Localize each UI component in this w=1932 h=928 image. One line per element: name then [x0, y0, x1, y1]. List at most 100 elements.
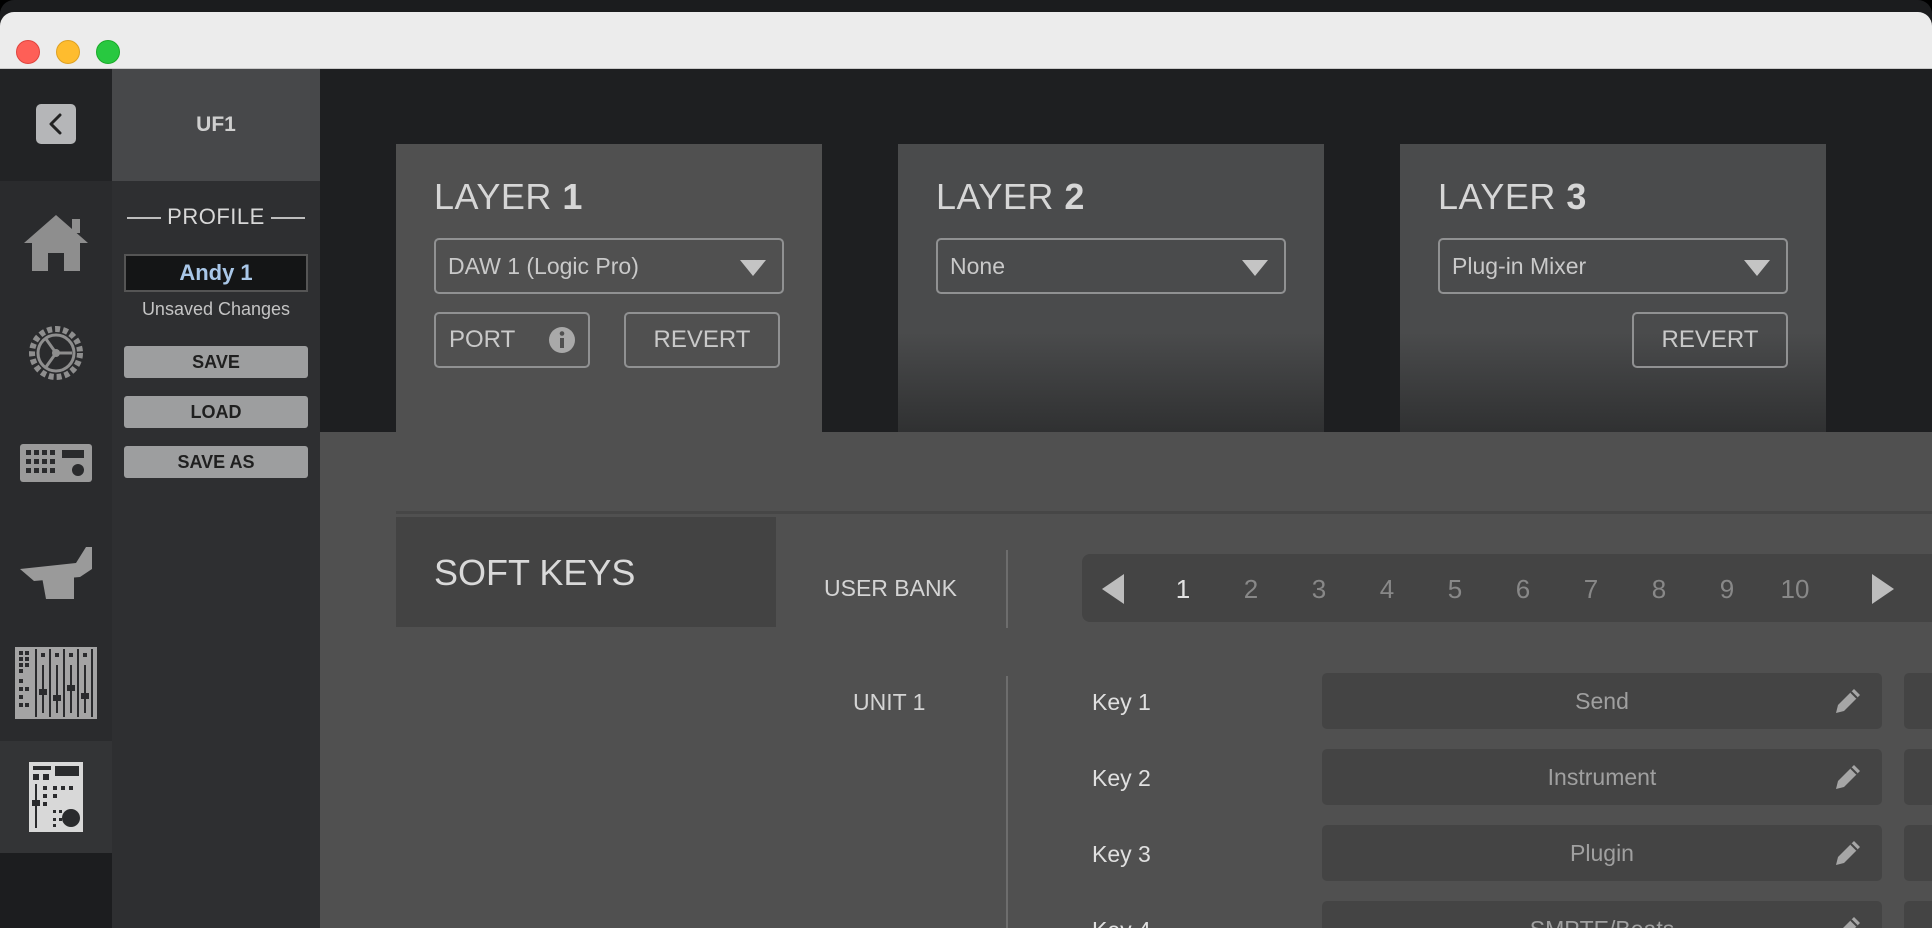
- nav-mixer[interactable]: [0, 639, 112, 727]
- layer-title-prefix: LAYER: [1438, 176, 1567, 217]
- zoom-window-button[interactable]: [96, 40, 120, 64]
- port-label: PORT: [449, 326, 516, 353]
- nav-settings[interactable]: [0, 309, 112, 397]
- close-window-button[interactable]: [16, 40, 40, 64]
- layer-number: 3: [1566, 176, 1587, 217]
- divider-line: [127, 217, 162, 220]
- controller-device-icon: [29, 762, 83, 832]
- profile-name-field[interactable]: Andy 1: [124, 254, 308, 292]
- rail-header: [0, 69, 112, 181]
- bank-8[interactable]: 8: [1634, 574, 1684, 605]
- bank-1[interactable]: 1: [1158, 574, 1208, 605]
- jog-wheel-icon: [20, 547, 92, 599]
- layer-3-revert-button[interactable]: REVERT: [1632, 312, 1788, 368]
- triangle-down-icon: [740, 260, 766, 276]
- key-label: Key 1: [1092, 689, 1151, 715]
- layer-3-selected-value: Plug-in Mixer: [1452, 252, 1587, 279]
- app-window: UF1 PROFILE Andy 1 Unsaved Changes SAVE …: [0, 0, 1932, 928]
- triangle-down-icon: [1242, 260, 1268, 276]
- key-3-secondary-field[interactable]: [1904, 825, 1932, 881]
- settings-gear-icon: [29, 326, 83, 380]
- profile-section-label: PROFILE: [112, 204, 320, 230]
- vertical-divider: [1006, 550, 1008, 628]
- bank-2[interactable]: 2: [1226, 574, 1276, 605]
- icon-rail: [0, 69, 112, 928]
- layer-2-panel[interactable]: LAYER 2 None: [898, 144, 1324, 434]
- key-value: Plugin: [1570, 839, 1634, 866]
- profile-label-text: PROFILE: [167, 204, 265, 229]
- info-icon: [549, 327, 575, 353]
- key-value: Instrument: [1547, 763, 1657, 790]
- layer-title-prefix: LAYER: [434, 176, 563, 217]
- soft-keys-section: SOFT KEYS USER BANK 1 2 3 4 5 6 7 8 9 10: [320, 432, 1932, 928]
- key-label: Key 2: [1092, 765, 1151, 791]
- layer-3-panel[interactable]: LAYER 3 Plug-in Mixer REVERT: [1400, 144, 1826, 434]
- pencil-icon[interactable]: [1832, 913, 1864, 928]
- back-button[interactable]: [36, 104, 76, 144]
- profile-panel: UF1 PROFILE Andy 1 Unsaved Changes SAVE …: [112, 69, 320, 928]
- user-bank-label: USER BANK: [824, 575, 957, 601]
- bank-5[interactable]: 5: [1430, 574, 1480, 605]
- bank-4[interactable]: 4: [1362, 574, 1412, 605]
- chevron-left-icon: [49, 113, 62, 135]
- layer-number: 2: [1064, 176, 1085, 217]
- bank-3[interactable]: 3: [1294, 574, 1344, 605]
- layer-1-panel[interactable]: LAYER 1 DAW 1 (Logic Pro) PORT REVERT: [396, 144, 822, 434]
- keyboard-device-icon: [20, 444, 92, 482]
- device-name: UF1: [112, 69, 320, 181]
- nav-jog-wheel[interactable]: [0, 529, 112, 617]
- app-content: UF1 PROFILE Andy 1 Unsaved Changes SAVE …: [0, 69, 1932, 928]
- key-label: Key 3: [1092, 841, 1151, 867]
- nav-keyboard-device[interactable]: [0, 419, 112, 507]
- bank-selector: 1 2 3 4 5 6 7 8 9 10: [1082, 554, 1932, 622]
- load-button[interactable]: LOAD: [124, 396, 308, 428]
- pencil-icon[interactable]: [1832, 761, 1864, 793]
- layer-title-prefix: LAYER: [936, 176, 1065, 217]
- section-divider: [396, 511, 1932, 514]
- layer-1-title: LAYER 1: [434, 176, 583, 218]
- key-4-assignment[interactable]: SMPTE/Beats: [1322, 901, 1882, 928]
- profile-status: Unsaved Changes: [141, 299, 291, 319]
- key-2-secondary-field[interactable]: [1904, 749, 1932, 805]
- save-as-button[interactable]: SAVE AS: [124, 446, 308, 478]
- layer-2-selected-value: None: [950, 252, 1005, 279]
- layer-2-select[interactable]: None: [936, 238, 1286, 294]
- layer-1-revert-button[interactable]: REVERT: [624, 312, 780, 368]
- bank-7[interactable]: 7: [1566, 574, 1616, 605]
- triangle-down-icon: [1744, 260, 1770, 276]
- mixer-faders-icon: [15, 647, 97, 719]
- key-2-assignment[interactable]: Instrument: [1322, 749, 1882, 805]
- vertical-divider: [1006, 676, 1008, 928]
- layer-1-select[interactable]: DAW 1 (Logic Pro): [434, 238, 784, 294]
- nav-controller-device[interactable]: [0, 741, 112, 853]
- key-value: Send: [1575, 687, 1629, 714]
- home-icon: [24, 215, 88, 271]
- main-area: LAYER 1 DAW 1 (Logic Pro) PORT REVERT LA…: [320, 69, 1932, 928]
- divider-line: [270, 217, 305, 220]
- bank-10[interactable]: 10: [1770, 574, 1820, 605]
- minimize-window-button[interactable]: [56, 40, 80, 64]
- title-bar: [0, 12, 1932, 69]
- bank-prev-arrow-icon[interactable]: [1102, 574, 1124, 604]
- layer-3-select[interactable]: Plug-in Mixer: [1438, 238, 1788, 294]
- key-3-assignment[interactable]: Plugin: [1322, 825, 1882, 881]
- layer-2-title: LAYER 2: [936, 176, 1085, 218]
- key-1-assignment[interactable]: Send: [1322, 673, 1882, 729]
- nav-home[interactable]: [0, 199, 112, 287]
- key-value: SMPTE/Beats: [1530, 916, 1674, 928]
- key-1-secondary-field[interactable]: [1904, 673, 1932, 729]
- soft-keys-header: SOFT KEYS: [396, 517, 776, 627]
- pencil-icon[interactable]: [1832, 837, 1864, 869]
- bank-9[interactable]: 9: [1702, 574, 1752, 605]
- bank-6[interactable]: 6: [1498, 574, 1548, 605]
- layer-3-title: LAYER 3: [1438, 176, 1587, 218]
- soft-keys-title: SOFT KEYS: [434, 552, 636, 593]
- key-label: Key 4: [1092, 917, 1151, 928]
- unit-label: UNIT 1: [853, 689, 926, 715]
- save-button[interactable]: SAVE: [124, 346, 308, 378]
- bank-next-arrow-icon[interactable]: [1872, 574, 1894, 604]
- layer-1-selected-value: DAW 1 (Logic Pro): [448, 252, 639, 279]
- port-button[interactable]: PORT: [434, 312, 590, 368]
- pencil-icon[interactable]: [1832, 685, 1864, 717]
- key-4-secondary-field[interactable]: [1904, 901, 1932, 928]
